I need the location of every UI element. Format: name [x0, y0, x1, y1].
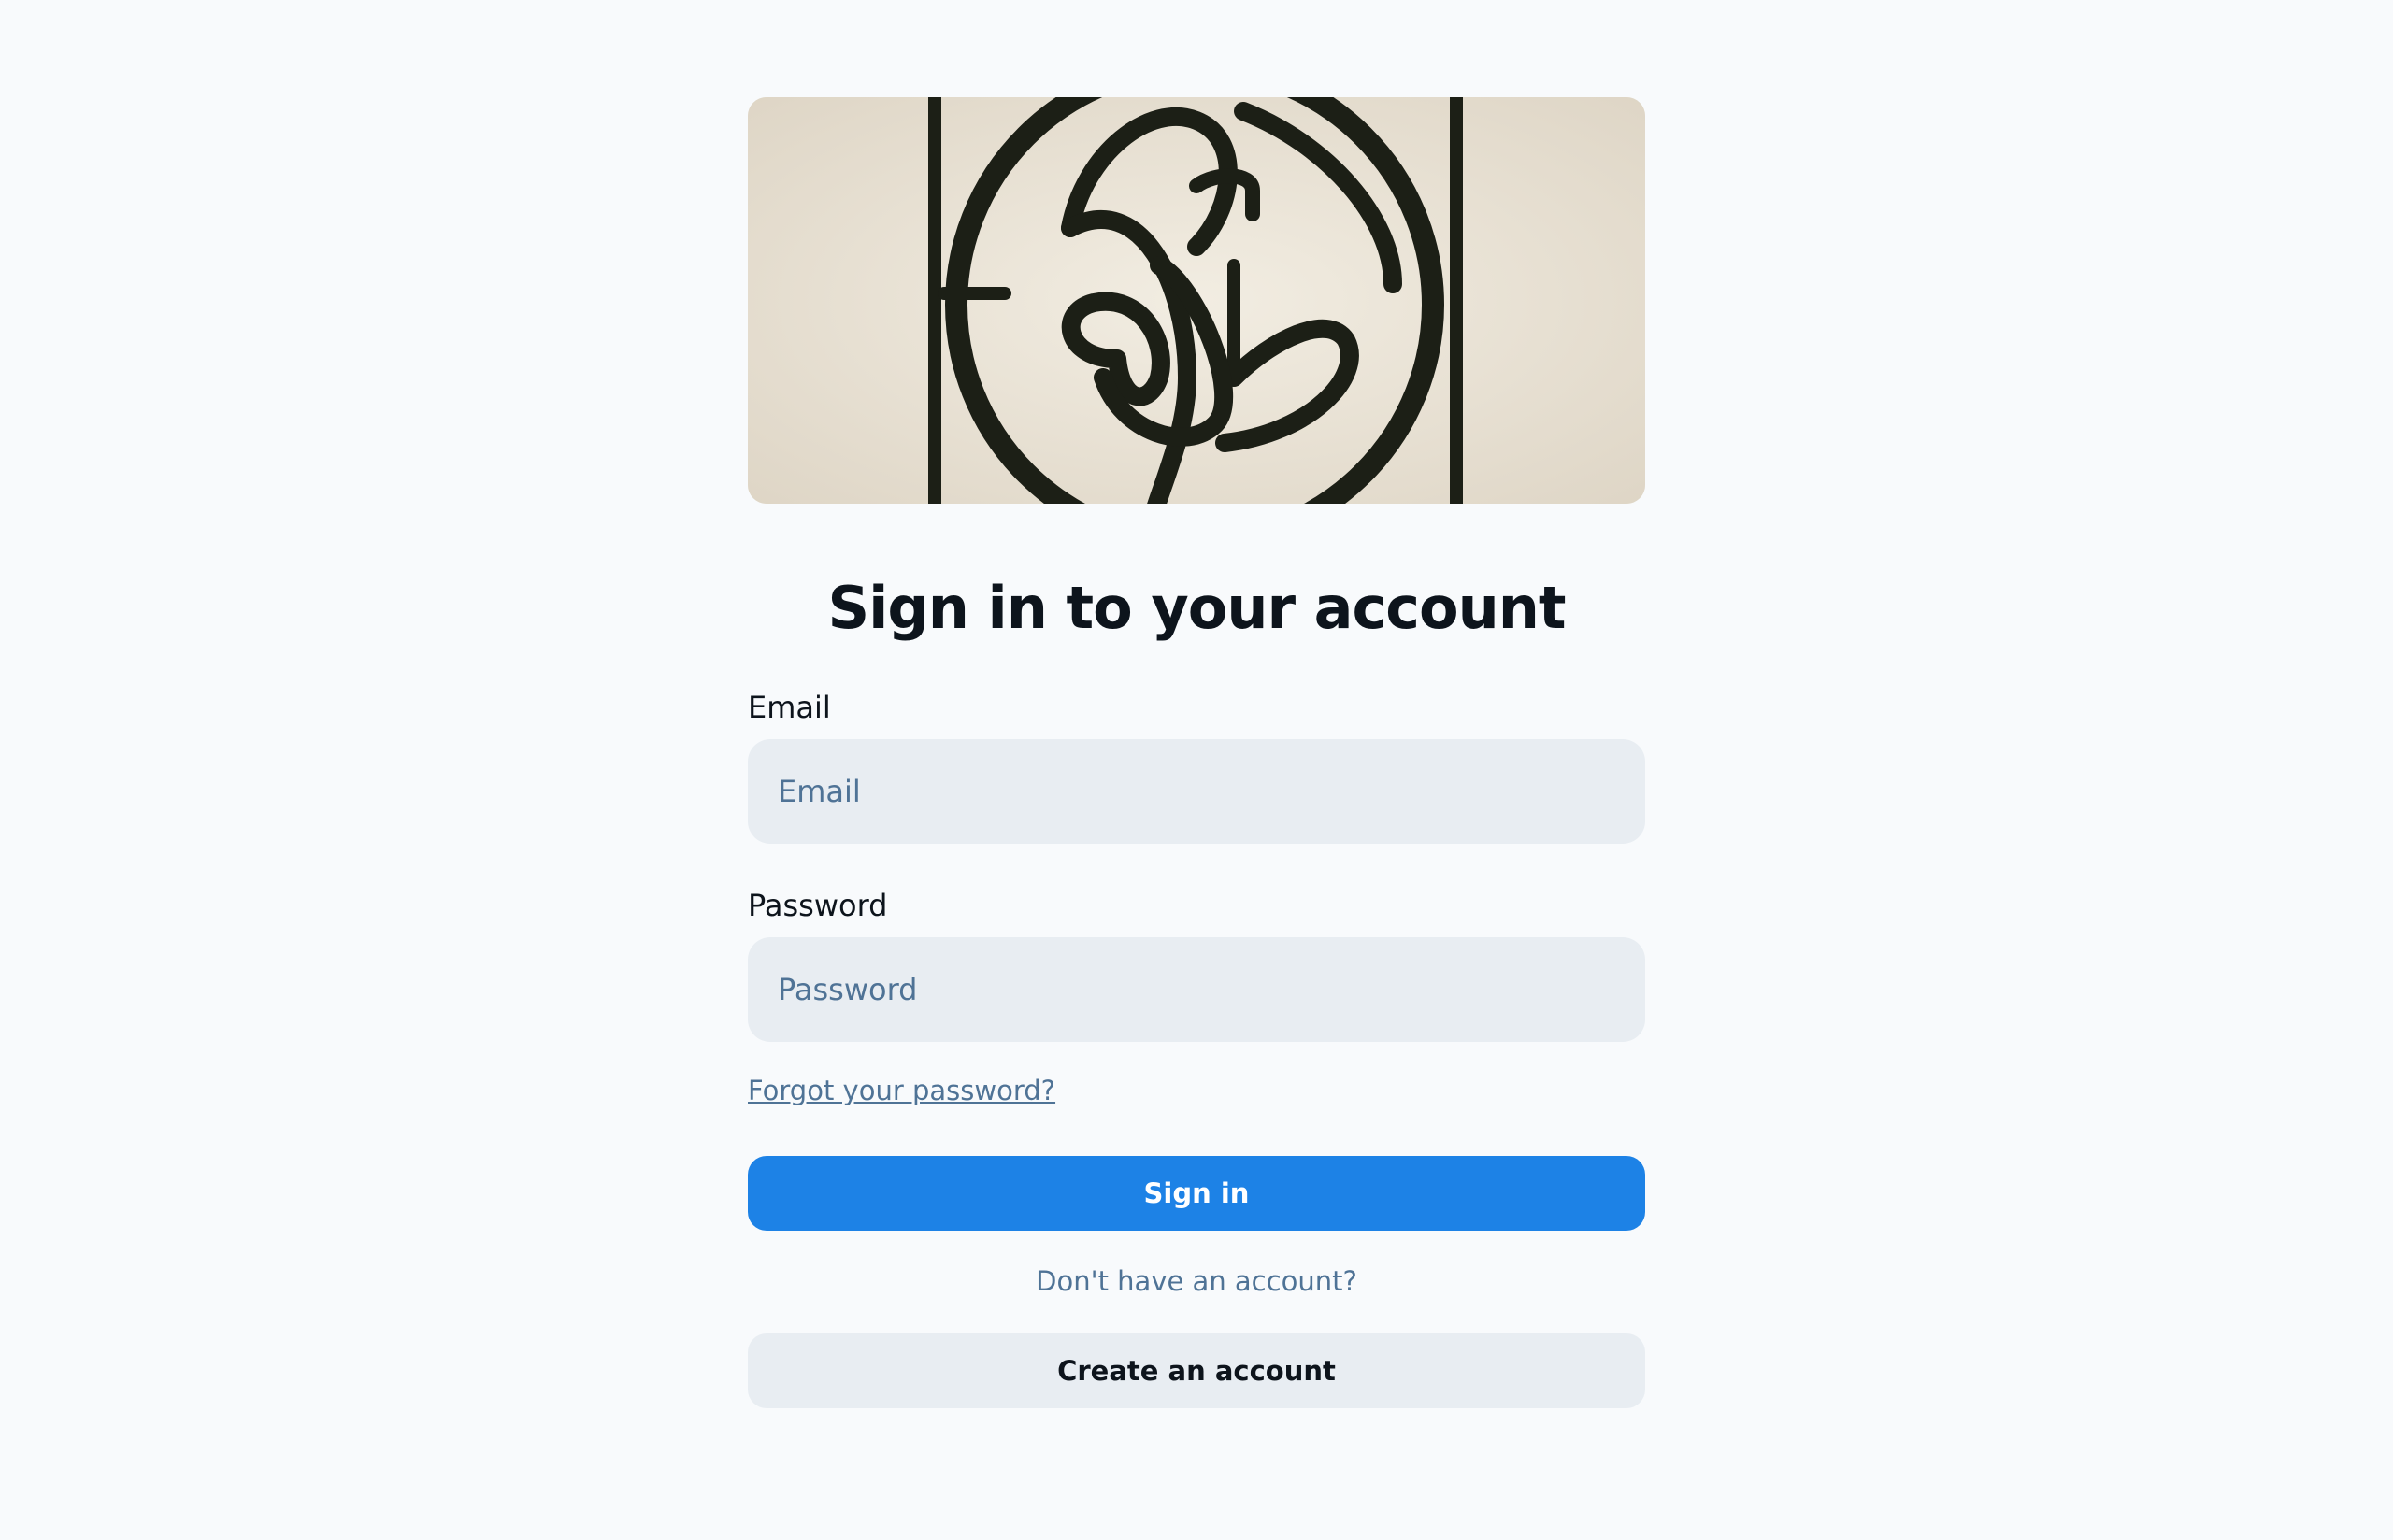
password-field[interactable] [748, 937, 1645, 1042]
signup-prompt: Don't have an account? [1036, 1265, 1357, 1297]
create-account-button[interactable]: Create an account [748, 1333, 1645, 1408]
email-field[interactable] [748, 739, 1645, 844]
email-label: Email [748, 690, 831, 725]
logo-emblem-icon [748, 97, 1645, 504]
password-label: Password [748, 888, 888, 923]
sign-in-button[interactable]: Sign in [748, 1156, 1645, 1231]
hero-image [748, 97, 1645, 504]
forgot-password-link[interactable]: Forgot your password? [748, 1072, 1055, 1109]
page-title: Sign in to your account [827, 574, 1567, 642]
login-panel: Sign in to your account Email Password F… [748, 97, 1645, 1408]
